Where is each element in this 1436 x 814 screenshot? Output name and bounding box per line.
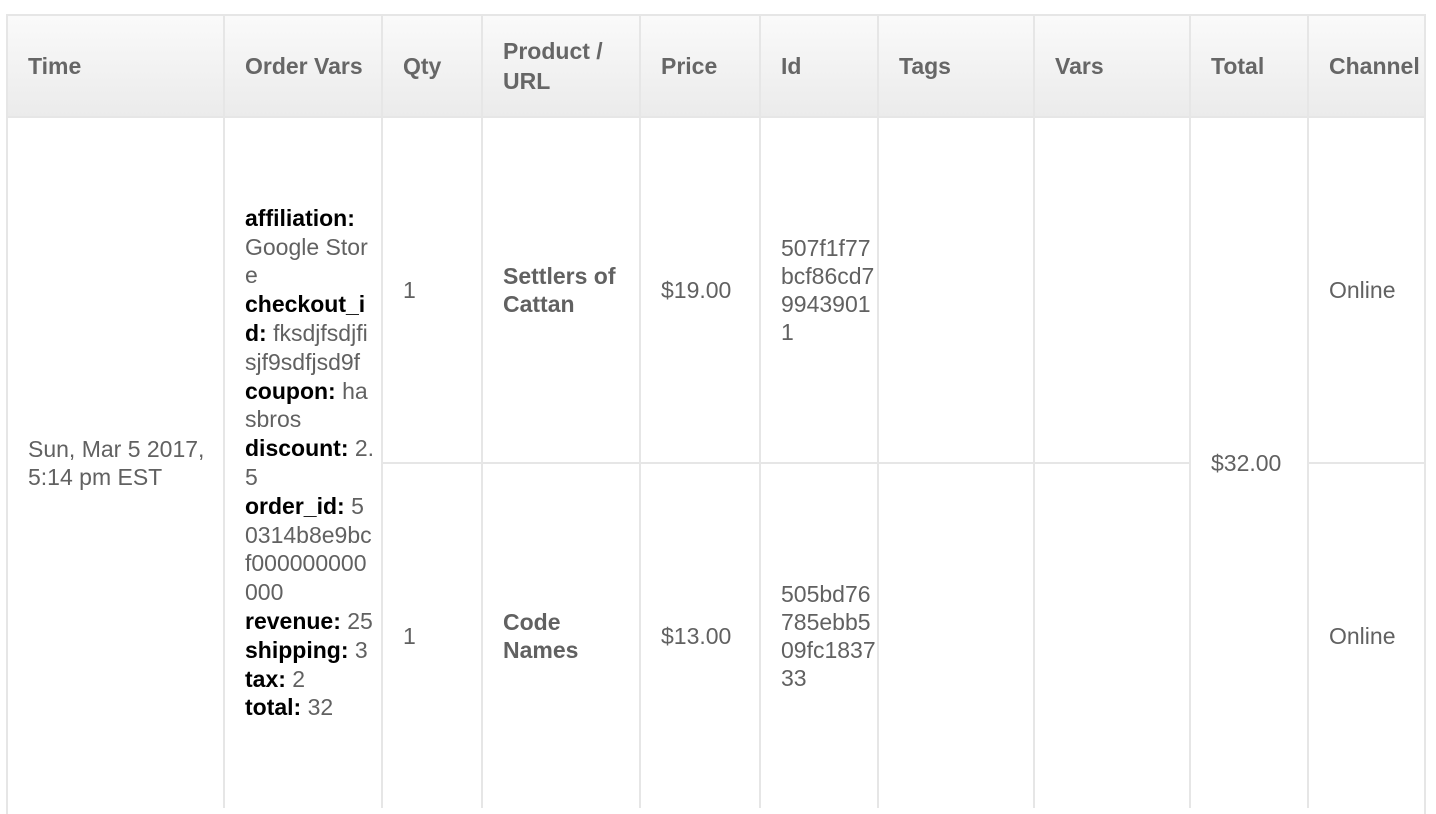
item-qty: 1: [382, 462, 483, 808]
order-var-item: coupon: hasbros: [245, 377, 375, 435]
column-header-price[interactable]: Price: [639, 16, 761, 118]
item-id: 507f1f77bcf86cd799439011: [759, 116, 879, 464]
column-header-time[interactable]: Time: [8, 16, 225, 118]
order-total: $32.00: [1189, 116, 1309, 808]
order-var-item: tax: 2: [245, 665, 375, 694]
header-row: Time Order Vars Qty Product / URL Price …: [8, 16, 1424, 118]
column-header-total[interactable]: Total: [1189, 16, 1309, 118]
order-var-item: checkout_id: fksdjfsdjfisjf9sdfjsd9f: [245, 290, 375, 376]
item-channel: Online: [1307, 116, 1424, 464]
order-var-key: revenue:: [245, 607, 341, 634]
item-tags: [877, 116, 1035, 464]
order-var-key: tax:: [245, 665, 286, 692]
order-var-item: discount: 2.5: [245, 434, 375, 492]
order-var-item: order_id: 50314b8e9bcf000000000000: [245, 492, 375, 607]
orders-table: Time Order Vars Qty Product / URL Price …: [8, 16, 1424, 808]
column-header-tags[interactable]: Tags: [877, 16, 1035, 118]
orders-table-container: Time Order Vars Qty Product / URL Price …: [6, 14, 1426, 814]
order-var-value: Google Store: [245, 233, 368, 289]
order-var-item: affiliation: Google Store: [245, 204, 375, 290]
order-var-item: shipping: 3: [245, 636, 375, 665]
item-id: 505bd76785ebb509fc183733: [759, 462, 879, 808]
order-time-cell: Sun, Mar 5 2017, 5:14 pm EST: [8, 116, 225, 808]
order-var-value: 3: [354, 636, 368, 663]
order-var-key: shipping:: [245, 636, 349, 663]
order-var-key: discount:: [245, 435, 349, 462]
column-header-id[interactable]: Id: [759, 16, 879, 118]
item-qty: 1: [381, 116, 483, 464]
order-var-key: order_id:: [245, 492, 345, 519]
item-channel: Online: [1307, 462, 1424, 808]
item-product-link[interactable]: Settlers of Cattan: [481, 116, 641, 464]
order-var-value: 25: [347, 607, 373, 634]
column-header-order-vars[interactable]: Order Vars: [223, 16, 383, 118]
item-price: $13.00: [639, 462, 761, 808]
item-tags: [877, 462, 1035, 808]
order-var-item: revenue: 25: [245, 607, 375, 636]
order-var-key: coupon:: [245, 377, 336, 404]
order-var-value: 32: [307, 694, 334, 721]
order-var-key: total:: [245, 694, 302, 721]
order-vars-cell: affiliation: Google Store checkout_id: f…: [223, 116, 383, 808]
column-header-channel[interactable]: Channel: [1307, 16, 1424, 118]
column-header-vars[interactable]: Vars: [1033, 16, 1191, 118]
order-var-value: 2: [292, 665, 306, 692]
item-vars: [1033, 462, 1191, 808]
order-var-key: affiliation:: [245, 204, 355, 231]
column-header-qty[interactable]: Qty: [381, 16, 483, 118]
item-vars: [1033, 116, 1191, 464]
order-var-item: total: 32: [245, 693, 375, 722]
column-header-product-url[interactable]: Product / URL: [481, 16, 641, 118]
table-row: Sun, Mar 5 2017, 5:14 pm EST affiliation…: [8, 116, 1424, 808]
item-product-link[interactable]: Code Names: [481, 462, 641, 808]
item-price: $19.00: [639, 116, 761, 464]
